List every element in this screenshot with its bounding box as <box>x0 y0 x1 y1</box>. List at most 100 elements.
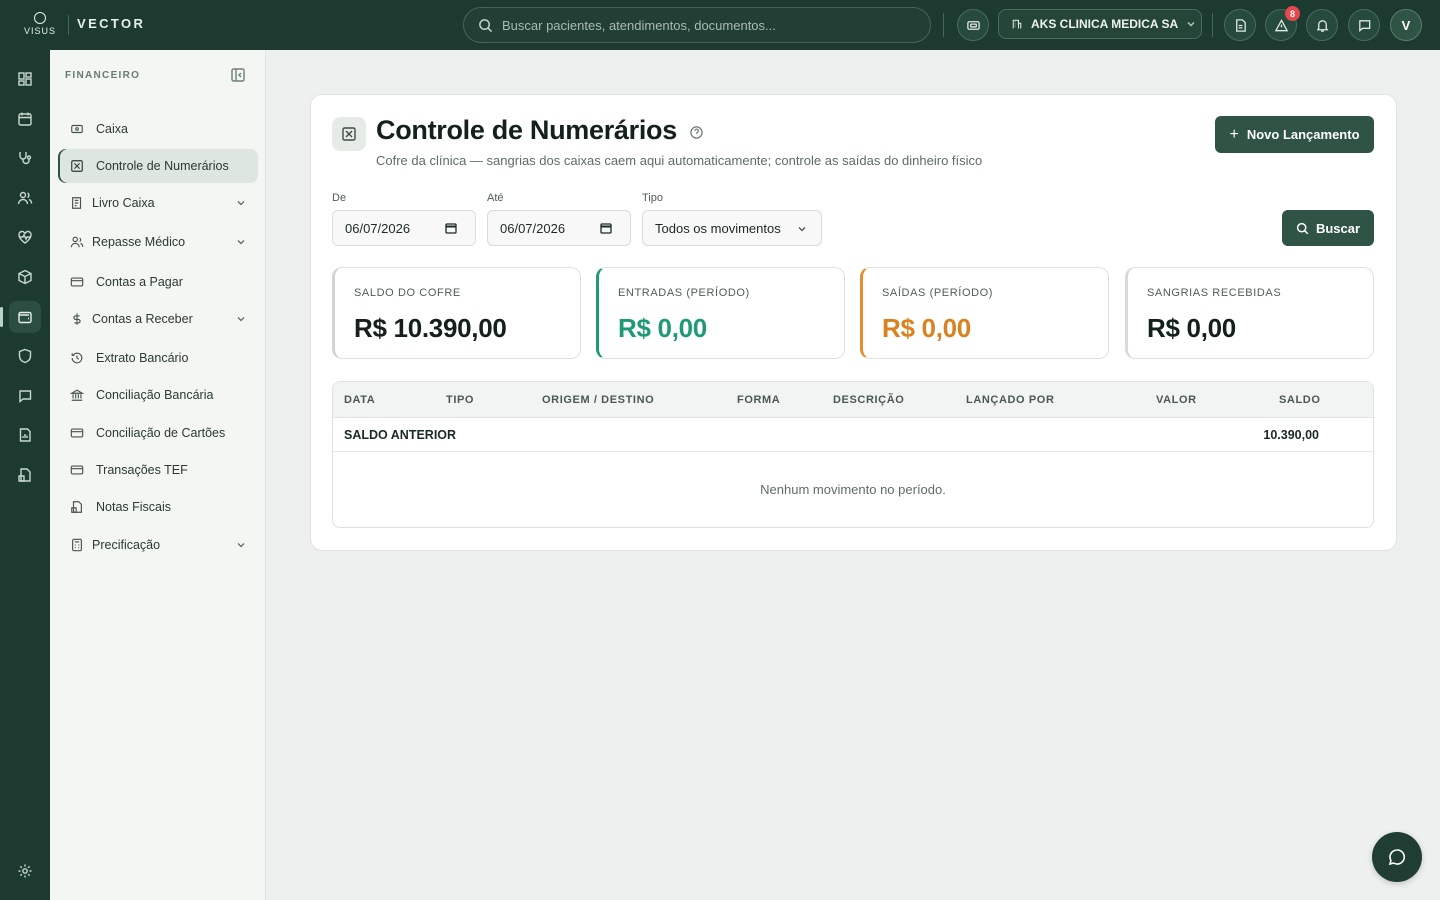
rail-reports[interactable] <box>9 419 41 451</box>
column-header-forma[interactable]: FORMA <box>737 394 780 406</box>
users-icon <box>70 236 84 248</box>
collapse-sidebar-icon[interactable] <box>230 67 246 83</box>
sidebar-item-transacoes-tef[interactable]: Transações TEF <box>58 453 258 487</box>
sidebar-item-notas-fiscais[interactable]: Notas Fiscais <box>58 490 258 524</box>
document-icon <box>1235 18 1246 32</box>
rail-health[interactable] <box>9 221 41 253</box>
page-icon-box <box>332 117 366 151</box>
sidebar-item-precificacao[interactable]: Precificação <box>58 528 258 562</box>
chevron-down-icon <box>237 240 245 245</box>
rail-calendar[interactable] <box>9 103 41 135</box>
rail-settings[interactable] <box>9 855 41 887</box>
to-date-label: Até <box>487 192 504 204</box>
sidebar-section-title: FINANCEIRO <box>65 70 141 81</box>
sidebar-item-caixa[interactable]: Caixa <box>58 112 258 146</box>
chevron-down-icon <box>237 543 245 548</box>
sidebar-item-conciliacao-bancaria[interactable]: Conciliação Bancária <box>58 378 258 412</box>
search-button[interactable]: Buscar <box>1282 210 1374 246</box>
sidebar-item-label: Notas Fiscais <box>96 500 172 514</box>
rail-patients[interactable] <box>9 182 41 214</box>
user-avatar[interactable]: V <box>1390 9 1422 41</box>
organization-selector[interactable]: AKS CLINICA MEDICA SA <box>998 9 1202 39</box>
sidebar-item-controle-de-numerarios[interactable]: Controle de Numerários <box>58 149 258 183</box>
sidebar-item-label: Conciliação de Cartões <box>96 426 226 440</box>
message-square-icon <box>19 390 32 403</box>
logo-mark-icon <box>34 12 46 24</box>
stat-value: R$ 10.390,00 <box>354 313 507 343</box>
cash-control-card: Controle de Numerários Cofre da clínica … <box>310 94 1397 551</box>
documents-button[interactable] <box>1224 9 1256 41</box>
table-header: DATA TIPO ORIGEM / DESTINO FORMA DESCRIÇ… <box>333 382 1373 418</box>
brand-name: VECTOR <box>77 16 146 31</box>
calendar-icon[interactable] <box>445 222 457 234</box>
sidebar-item-label: Extrato Bancário <box>96 351 189 365</box>
rail-billing[interactable] <box>9 459 41 491</box>
from-date-field[interactable]: 06/07/2026 <box>332 210 476 246</box>
report-icon <box>19 428 31 442</box>
cash-register-icon <box>966 20 980 30</box>
sidebar-item-contas-a-receber[interactable]: Contas a Receber <box>58 302 258 336</box>
alerts-button[interactable]: 8 <box>1265 6 1300 41</box>
rail-messages[interactable] <box>9 380 41 412</box>
sidebar-item-extrato-bancario[interactable]: Extrato Bancário <box>58 341 258 375</box>
page-subtitle: Cofre da clínica — sangrias dos caixas c… <box>376 153 983 168</box>
stat-card-entradas: ENTRADAS (PERÍODO) R$ 0,00 <box>596 267 845 359</box>
card-icon <box>70 465 84 475</box>
dashboard-icon <box>18 72 32 86</box>
sidebar-item-label: Conciliação Bancária <box>96 388 214 402</box>
visus-logo[interactable]: VISUS <box>20 12 60 38</box>
icon-rail <box>0 50 50 900</box>
chevron-down-icon <box>1187 22 1195 27</box>
type-selected-value: Todos os movimentos <box>655 220 781 236</box>
rail-stethoscope[interactable] <box>9 142 41 174</box>
chevron-down-icon <box>237 201 245 206</box>
search-input[interactable] <box>502 17 902 33</box>
chat-bubble-icon <box>1388 849 1406 866</box>
sidebar-item-livro-caixa[interactable]: Livro Caixa <box>58 186 258 220</box>
warning-icon <box>1274 18 1288 31</box>
messages-button[interactable] <box>1348 9 1380 41</box>
column-header-lancado-por[interactable]: LANÇADO POR <box>966 394 1055 406</box>
column-header-origem-destino[interactable]: ORIGEM / DESTINO <box>542 394 654 406</box>
global-search[interactable] <box>463 7 931 43</box>
column-header-data[interactable]: DATA <box>344 394 375 406</box>
card-icon <box>70 277 84 287</box>
notifications-button[interactable] <box>1306 9 1338 41</box>
sidebar-item-contas-a-pagar[interactable]: Contas a Pagar <box>58 265 258 299</box>
calendar-icon <box>18 112 32 126</box>
sidebar-item-label: Repasse Médico <box>92 235 186 249</box>
sidebar-item-label: Livro Caixa <box>92 196 155 210</box>
from-date-value: 06/07/2026 <box>345 220 411 236</box>
column-header-valor[interactable]: VALOR <box>1156 394 1197 406</box>
previous-balance-label: SALDO ANTERIOR <box>344 428 457 442</box>
bank-icon <box>70 389 84 401</box>
to-date-field[interactable]: 06/07/2026 <box>487 210 631 246</box>
column-header-saldo[interactable]: SALDO <box>1279 394 1321 406</box>
rail-financial[interactable] <box>0 301 41 333</box>
shield-icon <box>18 348 32 364</box>
bell-icon <box>1316 19 1328 32</box>
rail-inventory[interactable] <box>9 261 41 293</box>
sidebar-item-repasse-medico[interactable]: Repasse Médico <box>58 225 258 259</box>
cash-register-button[interactable] <box>957 9 989 41</box>
heart-pulse-icon <box>18 230 32 244</box>
sidebar-item-label: Controle de Numerários <box>96 159 229 173</box>
new-entry-button[interactable]: + Novo Lançamento <box>1215 116 1374 153</box>
sidebar-item-conciliacao-de-cartoes[interactable]: Conciliação de Cartões <box>58 416 258 450</box>
column-header-descricao[interactable]: DESCRIÇÃO <box>833 394 904 406</box>
calendar-icon[interactable] <box>600 222 612 234</box>
help-icon[interactable] <box>689 125 704 140</box>
type-select[interactable]: Todos os movimentos <box>642 210 822 246</box>
column-header-tipo[interactable]: TIPO <box>446 394 474 406</box>
dollar-icon <box>73 313 81 325</box>
ledger-icon <box>72 197 82 209</box>
card-icon <box>70 428 84 438</box>
search-icon <box>1296 222 1309 234</box>
sidebar-item-label: Contas a Receber <box>92 312 193 326</box>
rail-dashboard[interactable] <box>9 63 41 95</box>
support-chat-button[interactable] <box>1372 832 1422 882</box>
logo-text: VISUS <box>23 26 56 36</box>
calculator-icon <box>72 538 82 552</box>
rail-security[interactable] <box>9 340 41 372</box>
movements-table: DATA TIPO ORIGEM / DESTINO FORMA DESCRIÇ… <box>332 381 1374 528</box>
